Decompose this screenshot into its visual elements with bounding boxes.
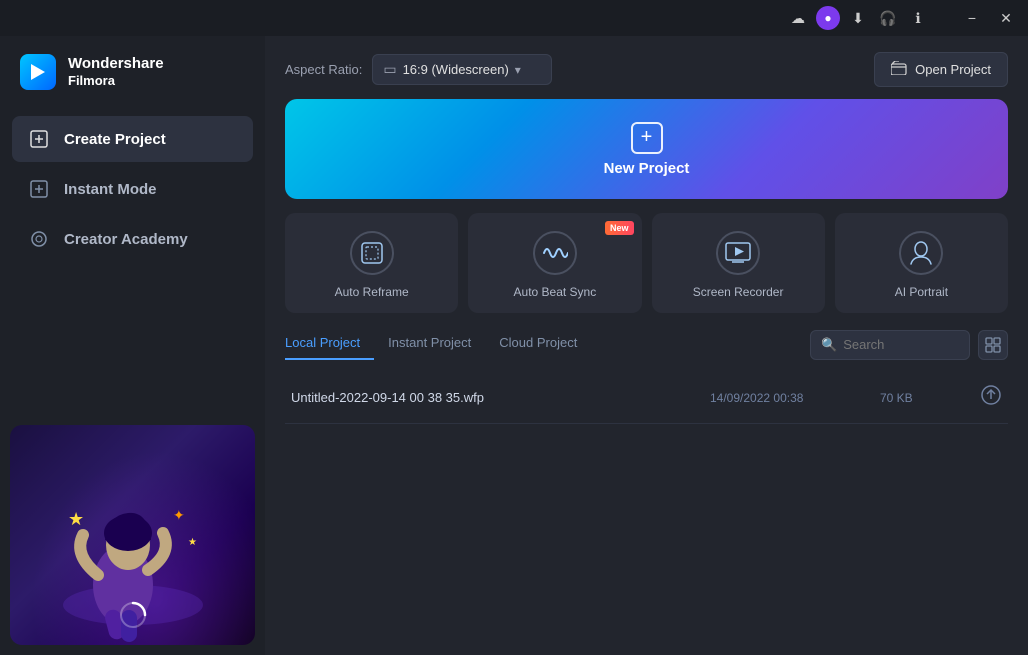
new-project-label: New Project xyxy=(604,160,690,177)
info-icon[interactable]: ℹ xyxy=(906,6,930,30)
ai-portrait-label: AI Portrait xyxy=(895,285,948,299)
sidebar-item-create-project[interactable]: Create Project xyxy=(12,116,253,162)
projects-section: Local Project Instant Project Cloud Proj… xyxy=(265,329,1028,655)
cloud-icon[interactable]: ☁ xyxy=(786,6,810,30)
open-project-label: Open Project xyxy=(915,62,991,77)
illustration-image: ★ ✦ ★ xyxy=(10,425,255,645)
instant-mode-label: Instant Mode xyxy=(64,181,157,198)
search-area: 🔍 xyxy=(810,330,1008,360)
new-project-plus-icon: + xyxy=(631,122,663,154)
aspect-ratio-area: Aspect Ratio: ▭ 16:9 (Widescreen) ▾ xyxy=(285,54,552,85)
svg-text:★: ★ xyxy=(68,509,84,529)
tab-cloud-project[interactable]: Cloud Project xyxy=(485,329,591,360)
headphone-icon[interactable]: 🎧 xyxy=(876,6,900,30)
logo-text: Wondershare Filmora xyxy=(68,55,164,89)
auto-beat-sync-icon xyxy=(533,231,577,275)
auto-reframe-label: Auto Reframe xyxy=(335,285,409,299)
instant-mode-icon xyxy=(28,178,50,200)
table-row: Untitled-2022-09-14 00 38 35.wfp 14/09/2… xyxy=(285,372,1008,424)
aspect-ratio-icon: ▭ xyxy=(383,61,396,78)
auto-reframe-icon xyxy=(350,231,394,275)
search-icon: 🔍 xyxy=(821,337,837,353)
download-icon[interactable]: ⬇ xyxy=(846,6,870,30)
open-project-icon xyxy=(891,61,907,78)
screen-recorder-label: Screen Recorder xyxy=(693,285,784,299)
titlebar: ☁ ● ⬇ 🎧 ℹ − ✕ xyxy=(0,0,1028,36)
create-project-icon xyxy=(28,128,50,150)
top-bar: Aspect Ratio: ▭ 16:9 (Widescreen) ▾ Open… xyxy=(265,36,1028,99)
logo-area: Wondershare Filmora xyxy=(0,36,265,108)
logo-title: Wondershare xyxy=(68,55,164,73)
search-box[interactable]: 🔍 xyxy=(810,330,970,360)
feature-card-auto-reframe[interactable]: Auto Reframe xyxy=(285,213,458,313)
nav-items: Create Project Instant Mode xyxy=(0,108,265,270)
aspect-ratio-label: Aspect Ratio: xyxy=(285,62,362,77)
logo-icon xyxy=(20,54,56,90)
tab-instant-project[interactable]: Instant Project xyxy=(374,329,485,360)
feature-card-ai-portrait[interactable]: AI Portrait xyxy=(835,213,1008,313)
feature-card-auto-beat-sync[interactable]: New Auto Beat Sync xyxy=(468,213,641,313)
project-size: 70 KB xyxy=(880,391,960,405)
upload-icon[interactable] xyxy=(980,384,1002,411)
main-layout: Wondershare Filmora Create Project xyxy=(0,36,1028,655)
close-button[interactable]: ✕ xyxy=(992,8,1020,28)
search-input[interactable] xyxy=(843,337,959,352)
new-badge: New xyxy=(605,221,634,235)
aspect-dropdown-arrow: ▾ xyxy=(515,63,521,77)
ai-portrait-icon xyxy=(899,231,943,275)
project-name: Untitled-2022-09-14 00 38 35.wfp xyxy=(291,390,690,405)
tab-local-project[interactable]: Local Project xyxy=(285,329,374,360)
creator-academy-icon xyxy=(28,228,50,250)
aspect-ratio-select[interactable]: ▭ 16:9 (Widescreen) ▾ xyxy=(372,54,551,85)
logo-subtitle: Filmora xyxy=(68,73,164,89)
grid-view-button[interactable] xyxy=(978,330,1008,360)
create-project-label: Create Project xyxy=(64,131,166,148)
feature-card-screen-recorder[interactable]: Screen Recorder xyxy=(652,213,825,313)
aspect-ratio-value: 16:9 (Widescreen) xyxy=(403,62,509,77)
project-date: 14/09/2022 00:38 xyxy=(710,391,860,405)
avatar-icon[interactable]: ● xyxy=(816,6,840,30)
project-list: Untitled-2022-09-14 00 38 35.wfp 14/09/2… xyxy=(285,372,1008,655)
sidebar-illustration: ★ ✦ ★ xyxy=(0,415,265,655)
minimize-button[interactable]: − xyxy=(958,8,986,28)
creator-academy-label: Creator Academy xyxy=(64,231,188,248)
new-project-banner[interactable]: + New Project xyxy=(285,99,1008,199)
svg-text:✦: ✦ xyxy=(173,507,185,523)
auto-beat-sync-label: Auto Beat Sync xyxy=(514,285,597,299)
projects-tabs: Local Project Instant Project Cloud Proj… xyxy=(285,329,1008,360)
open-project-button[interactable]: Open Project xyxy=(874,52,1008,87)
svg-text:★: ★ xyxy=(188,537,197,548)
content-area: Aspect Ratio: ▭ 16:9 (Widescreen) ▾ Open… xyxy=(265,36,1028,655)
sidebar: Wondershare Filmora Create Project xyxy=(0,36,265,655)
sidebar-item-creator-academy[interactable]: Creator Academy xyxy=(12,216,253,262)
feature-cards: Auto Reframe New Auto Beat Sync xyxy=(285,213,1008,313)
screen-recorder-icon xyxy=(716,231,760,275)
sidebar-item-instant-mode[interactable]: Instant Mode xyxy=(12,166,253,212)
